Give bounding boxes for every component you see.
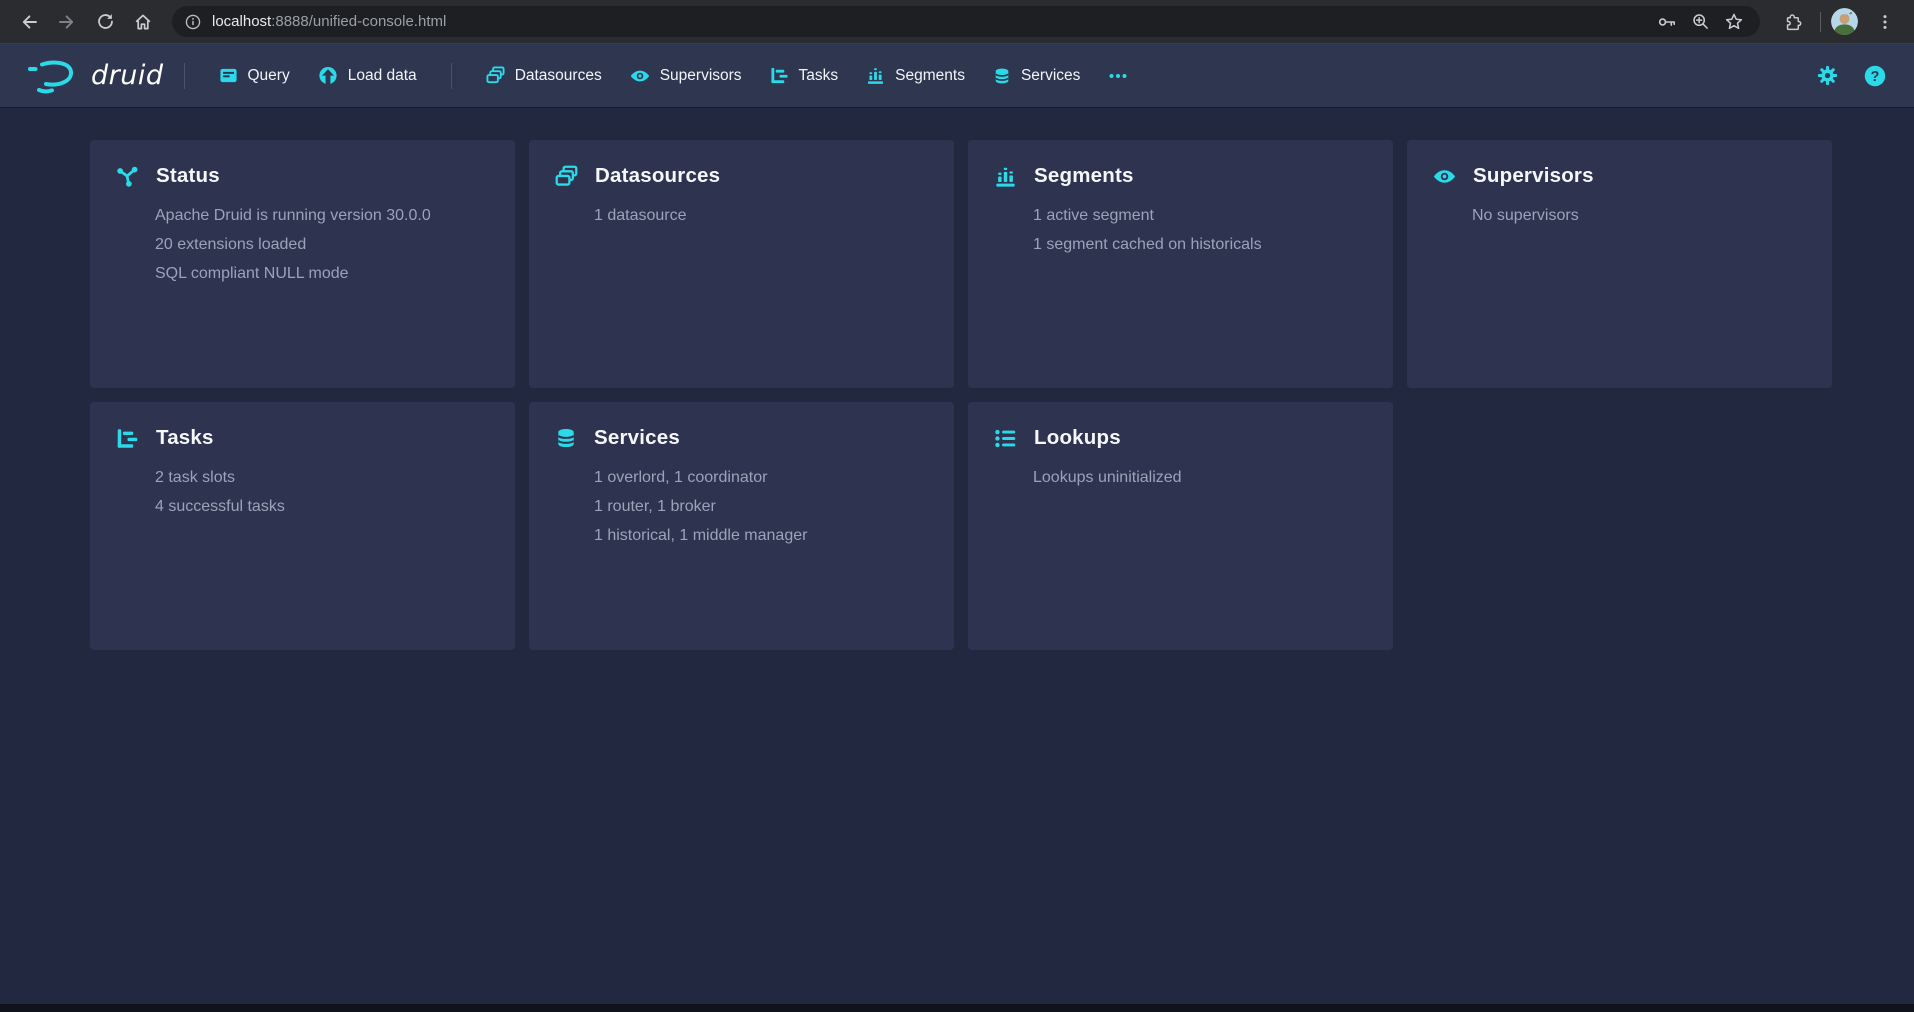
nav-item-query[interactable]: Query	[205, 44, 304, 107]
nav-label: Services	[1021, 67, 1080, 85]
nav-divider	[451, 63, 452, 89]
properties-icon	[994, 427, 1017, 450]
services-card[interactable]: Services 1 overlord, 1 coordinator 1 rou…	[529, 402, 954, 650]
site-info-icon[interactable]	[184, 13, 202, 31]
home-icon[interactable]	[126, 5, 160, 39]
settings-gear-icon[interactable]	[1808, 57, 1846, 95]
segments-line: 1 active segment	[1033, 201, 1367, 230]
nav-item-supervisors[interactable]: Supervisors	[616, 44, 756, 107]
supervisors-line: No supervisors	[1472, 201, 1806, 230]
datasources-icon	[486, 66, 505, 85]
card-title: Lookups	[1034, 426, 1121, 450]
supervisors-card[interactable]: Supervisors No supervisors	[1407, 140, 1832, 388]
extensions-puzzle-icon[interactable]	[1776, 5, 1810, 39]
card-title: Tasks	[156, 426, 214, 450]
nav-item-datasources[interactable]: Datasources	[472, 44, 616, 107]
nav-item-tasks[interactable]: Tasks	[756, 44, 853, 107]
nav-label: Segments	[895, 67, 965, 85]
profile-avatar[interactable]	[1831, 8, 1858, 35]
nav-divider	[184, 63, 185, 89]
reload-icon[interactable]	[88, 5, 122, 39]
zoom-icon[interactable]	[1691, 12, 1710, 31]
lookups-card[interactable]: Lookups Lookups uninitialized	[968, 402, 1393, 650]
svg-text:?: ?	[1871, 69, 1880, 85]
bottom-strip	[0, 1004, 1914, 1012]
status-line: SQL compliant NULL mode	[155, 259, 489, 288]
graph-icon	[116, 165, 139, 188]
console-icon	[219, 66, 238, 85]
gantt-chart-icon	[770, 66, 789, 85]
url-bar[interactable]: localhost:8888/unified-console.html	[172, 6, 1760, 37]
nav-label: Query	[248, 67, 290, 85]
nav-more-icon[interactable]	[1094, 44, 1142, 107]
druid-swirl-icon	[26, 58, 78, 94]
browser-menu-icon[interactable]	[1868, 5, 1902, 39]
home-cards-grid: Status Apache Druid is running version 3…	[0, 107, 1914, 650]
timeline-bar-chart-icon	[994, 165, 1017, 188]
datasources-card[interactable]: Datasources 1 datasource	[529, 140, 954, 388]
card-title: Services	[594, 426, 680, 450]
upload-icon	[318, 66, 338, 86]
database-icon	[993, 67, 1011, 85]
eye-icon	[630, 66, 650, 86]
help-icon[interactable]: ?	[1856, 57, 1894, 95]
status-line: Apache Druid is running version 30.0.0	[155, 201, 489, 230]
bookmark-star-icon[interactable]	[1724, 12, 1744, 32]
eye-icon	[1433, 165, 1456, 188]
services-line: 1 historical, 1 middle manager	[594, 521, 928, 550]
datasources-line: 1 datasource	[594, 201, 928, 230]
datasources-icon	[555, 165, 578, 188]
browser-toolbar: localhost:8888/unified-console.html	[0, 0, 1914, 44]
status-line: 20 extensions loaded	[155, 230, 489, 259]
nav-item-load-data[interactable]: Load data	[304, 44, 431, 107]
segments-line: 1 segment cached on historicals	[1033, 230, 1367, 259]
card-title: Status	[156, 164, 220, 188]
tasks-line: 2 task slots	[155, 463, 489, 492]
card-title: Datasources	[595, 164, 720, 188]
nav-label: Tasks	[799, 67, 839, 85]
tasks-card[interactable]: Tasks 2 task slots 4 successful tasks	[90, 402, 515, 650]
passwords-key-icon[interactable]	[1657, 12, 1677, 32]
nav-label: Load data	[348, 67, 417, 85]
forward-icon[interactable]	[50, 5, 84, 39]
tasks-line: 4 successful tasks	[155, 492, 489, 521]
druid-navbar: druid Query Load data	[0, 44, 1914, 107]
lookups-line: Lookups uninitialized	[1033, 463, 1367, 492]
status-card[interactable]: Status Apache Druid is running version 3…	[90, 140, 515, 388]
url-text: localhost:8888/unified-console.html	[212, 13, 1647, 30]
nav-label: Supervisors	[660, 67, 742, 85]
card-title: Segments	[1034, 164, 1134, 188]
browser-actions	[1772, 5, 1902, 39]
nav-item-services[interactable]: Services	[979, 44, 1094, 107]
database-icon	[555, 427, 577, 449]
segments-card[interactable]: Segments 1 active segment 1 segment cach…	[968, 140, 1393, 388]
toolbar-separator	[1820, 12, 1821, 32]
nav-item-segments[interactable]: Segments	[852, 44, 979, 107]
card-title: Supervisors	[1473, 164, 1594, 188]
gantt-chart-icon	[116, 427, 139, 450]
services-line: 1 router, 1 broker	[594, 492, 928, 521]
timeline-bar-chart-icon	[866, 66, 885, 85]
services-line: 1 overlord, 1 coordinator	[594, 463, 928, 492]
brand-name: druid	[91, 60, 164, 91]
druid-logo[interactable]: druid	[26, 58, 164, 94]
back-icon[interactable]	[12, 5, 46, 39]
nav-label: Datasources	[515, 67, 602, 85]
